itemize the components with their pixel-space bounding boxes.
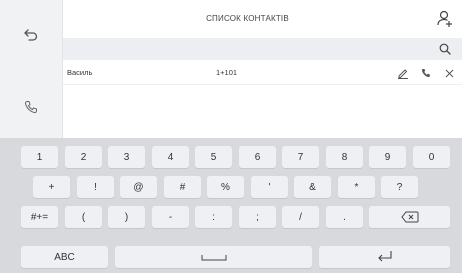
close-icon [445,69,453,77]
sidebar [0,0,63,138]
enter-return-icon [377,251,392,262]
space-bar-icon [201,255,226,261]
key[interactable]: 6 [239,146,276,168]
phone-icon [421,69,430,78]
key[interactable]: 0 [413,146,450,168]
key[interactable]: 4 [152,146,189,168]
key[interactable]: 8 [326,146,363,168]
header: СПИСОК КОНТАКТІВ [63,0,462,38]
key[interactable]: 1 [21,146,58,168]
key[interactable]: ! [77,176,114,198]
call-button[interactable] [0,92,62,122]
on-screen-keyboard: 1 2 3 4 5 6 7 8 9 0 + ! @ # % ' & * ? #+… [0,138,462,273]
abc-key[interactable]: ABC [21,246,108,268]
key[interactable]: 9 [369,146,406,168]
enter-key[interactable] [319,246,450,268]
key[interactable]: * [338,176,375,198]
add-contact-icon [437,10,452,27]
pencil-icon [398,69,408,79]
key[interactable]: ; [239,206,276,228]
edit-contact-button[interactable] [395,65,411,81]
key[interactable]: 3 [108,146,145,168]
key[interactable]: ) [108,206,145,228]
key[interactable]: 5 [195,146,232,168]
key[interactable]: + [33,176,70,198]
key[interactable]: - [152,206,189,228]
contact-row[interactable]: Василь 1+101 [63,62,462,85]
key[interactable]: . [326,206,363,228]
page-title: СПИСОК КОНТАКТІВ [206,14,289,23]
back-button[interactable] [0,20,62,50]
key[interactable]: @ [120,176,157,198]
key[interactable]: / [282,206,319,228]
phone-handset-icon [24,101,37,114]
back-arrow-icon [24,29,38,41]
symbols-toggle-key[interactable]: #+= [21,206,58,228]
key[interactable]: % [207,176,244,198]
add-contact-button[interactable] [436,9,454,29]
contact-name: Василь [67,68,93,77]
backspace-key[interactable] [369,206,450,228]
key[interactable]: # [164,176,201,198]
search-icon [439,43,451,55]
space-key[interactable] [115,246,312,268]
dial-contact-button[interactable] [418,65,434,81]
search-bar[interactable] [63,38,462,60]
key[interactable]: ' [251,176,288,198]
key[interactable]: ? [381,176,418,198]
key[interactable]: : [195,206,232,228]
delete-contact-button[interactable] [441,65,457,81]
key[interactable]: ( [65,206,102,228]
key[interactable]: & [294,176,331,198]
key[interactable]: 2 [65,146,102,168]
key[interactable]: 7 [282,146,319,168]
backspace-icon [400,211,418,223]
contact-number: 1+101 [216,68,238,77]
search-button[interactable] [436,40,454,58]
